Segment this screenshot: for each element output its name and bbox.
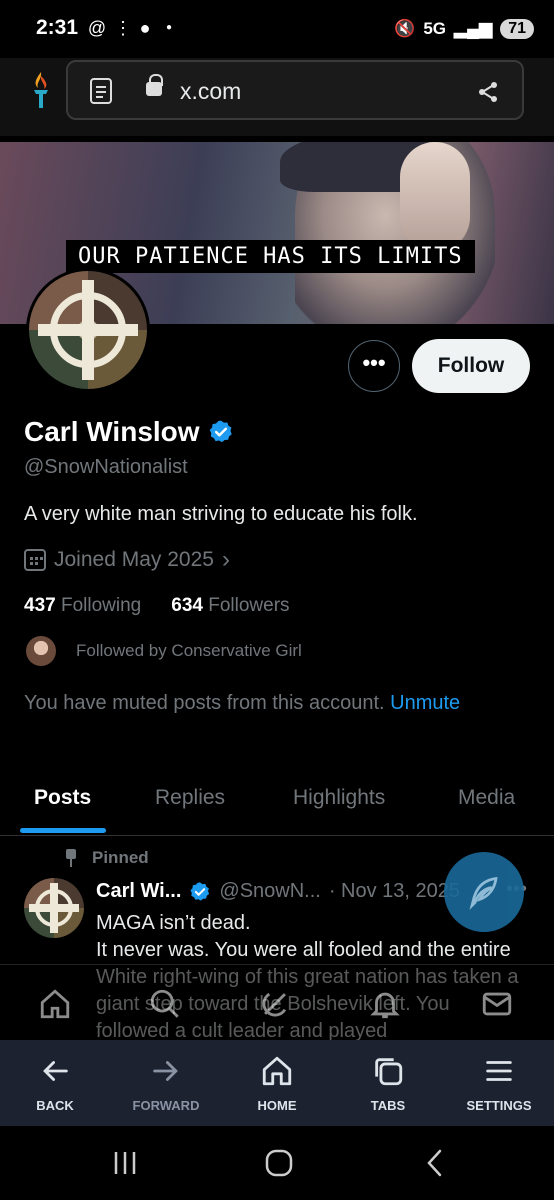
- post-date[interactable]: · Nov 13, 2025: [329, 880, 460, 903]
- back-label: BACK: [36, 1098, 74, 1113]
- tabs-label: TABS: [370, 1098, 406, 1113]
- forward-label: FORWARD: [132, 1098, 200, 1113]
- back-button[interactable]: BACK: [0, 1040, 110, 1126]
- signal-icon: ▂▄▆: [454, 19, 493, 38]
- active-tab-indicator: [20, 828, 106, 833]
- post-author-avatar[interactable]: [24, 878, 84, 938]
- arrow-left-icon: [43, 1061, 68, 1081]
- joined-date-row[interactable]: Joined May 2025 ›: [24, 546, 230, 574]
- compose-post-button[interactable]: [444, 852, 524, 932]
- x-messages-icon[interactable]: [480, 987, 514, 1021]
- tab-posts[interactable]: Posts: [34, 786, 91, 810]
- profile-bio: A very white man striving to educate his…: [24, 503, 418, 525]
- address-bar[interactable]: x.com: [66, 60, 524, 120]
- post-author-name[interactable]: Carl Wi...: [96, 880, 181, 903]
- following-link[interactable]: 437 Following: [24, 595, 141, 617]
- status-time: 2:31: [36, 16, 79, 39]
- followed-by-text: Followed by Conservative Girl: [76, 641, 302, 660]
- browser-logo-icon[interactable]: [28, 70, 54, 110]
- battery-indicator: 71: [500, 19, 534, 39]
- x-notifications-icon[interactable]: [368, 987, 402, 1021]
- x-bottom-nav: [0, 964, 554, 1040]
- following-count: 437: [24, 595, 56, 616]
- browser-toolbar: x.com: [0, 58, 554, 136]
- share-icon[interactable]: [476, 80, 500, 104]
- tabs-button[interactable]: TABS: [333, 1040, 443, 1126]
- muted-notice: You have muted posts from this account. …: [24, 692, 460, 715]
- android-back-icon[interactable]: [424, 1148, 446, 1178]
- unmute-link[interactable]: Unmute: [390, 692, 460, 714]
- chat-notification-icon: ●: [139, 18, 151, 38]
- follow-button[interactable]: Follow: [412, 339, 530, 393]
- tab-replies[interactable]: Replies: [155, 786, 225, 810]
- post-header: Carl Wi... @SnowN... · Nov 13, 2025: [96, 880, 460, 903]
- android-home-icon[interactable]: [264, 1148, 294, 1178]
- reader-mode-icon[interactable]: [90, 78, 112, 104]
- more-options-button[interactable]: •••: [348, 340, 400, 392]
- joined-date: Joined May 2025: [54, 548, 214, 571]
- post-verified-badge-icon: [190, 881, 210, 901]
- pinned-label: Pinned: [92, 848, 149, 867]
- mute-icon: 🔇: [394, 19, 416, 38]
- home-label: HOME: [257, 1098, 297, 1113]
- followers-label: Followers: [208, 595, 290, 616]
- url-text[interactable]: x.com: [180, 78, 241, 105]
- banner-hand-image: [400, 142, 470, 252]
- profile-avatar[interactable]: [26, 268, 150, 392]
- settings-label: SETTINGS: [466, 1098, 532, 1113]
- muted-text: You have muted posts from this account.: [24, 692, 385, 714]
- threads-notification-icon: @: [87, 18, 107, 38]
- status-bar: 2:31 @ ⋮ ● ● 🔇 5G ▂▄▆ 71: [0, 0, 554, 58]
- tab-highlights[interactable]: Highlights: [293, 786, 385, 810]
- x-search-icon[interactable]: [148, 987, 182, 1021]
- more-notifications-dot-icon: ●: [165, 22, 173, 33]
- tabs-icon: [375, 1058, 403, 1086]
- follower-avatar: [26, 636, 56, 666]
- browser-bottom-bar: BACK FORWARD HOME TABS SETTINGS: [0, 1040, 554, 1126]
- profile-handle: @SnowNationalist: [24, 456, 188, 478]
- post-author-handle: @SnowN...: [219, 880, 321, 902]
- home-button[interactable]: HOME: [222, 1040, 332, 1126]
- chevron-right-icon: ›: [221, 546, 230, 573]
- pinned-label-row: Pinned: [64, 848, 149, 868]
- verified-badge-icon[interactable]: [208, 419, 234, 445]
- profile-name: Carl Winslow: [24, 416, 200, 447]
- x-home-icon[interactable]: [38, 987, 72, 1021]
- banner-caption: OUR PATIENCE HAS ITS LIMITS: [66, 240, 475, 273]
- followed-by-row[interactable]: Followed by Conservative Girl: [26, 636, 302, 666]
- profile-tabs: Posts Replies Highlights Media: [0, 770, 554, 836]
- recent-apps-icon[interactable]: [110, 1150, 140, 1176]
- tab-media[interactable]: Media: [458, 786, 515, 810]
- status-right-cluster: 🔇 5G ▂▄▆ 71: [394, 16, 534, 42]
- forward-button[interactable]: FORWARD: [111, 1040, 221, 1126]
- android-nav-bar: [0, 1126, 554, 1200]
- lock-icon: [146, 74, 163, 96]
- following-label: Following: [60, 595, 142, 616]
- menu-icon: [486, 1061, 512, 1081]
- followers-link[interactable]: 634 Followers: [171, 595, 289, 617]
- followers-count: 634: [171, 595, 203, 616]
- teams-notification-icon: ⋮: [114, 18, 132, 38]
- calendar-icon: [24, 549, 46, 571]
- compose-feather-icon: [469, 876, 498, 910]
- home-icon: [262, 1056, 292, 1086]
- arrow-right-icon: [153, 1061, 178, 1081]
- network-label: 5G: [423, 19, 446, 38]
- settings-button[interactable]: SETTINGS: [444, 1040, 554, 1126]
- x-grok-icon[interactable]: [258, 987, 292, 1021]
- profile-name-row: Carl Winslow: [24, 416, 234, 448]
- follow-counts: 437 Following 634 Followers: [24, 595, 290, 617]
- pin-icon: [64, 849, 78, 867]
